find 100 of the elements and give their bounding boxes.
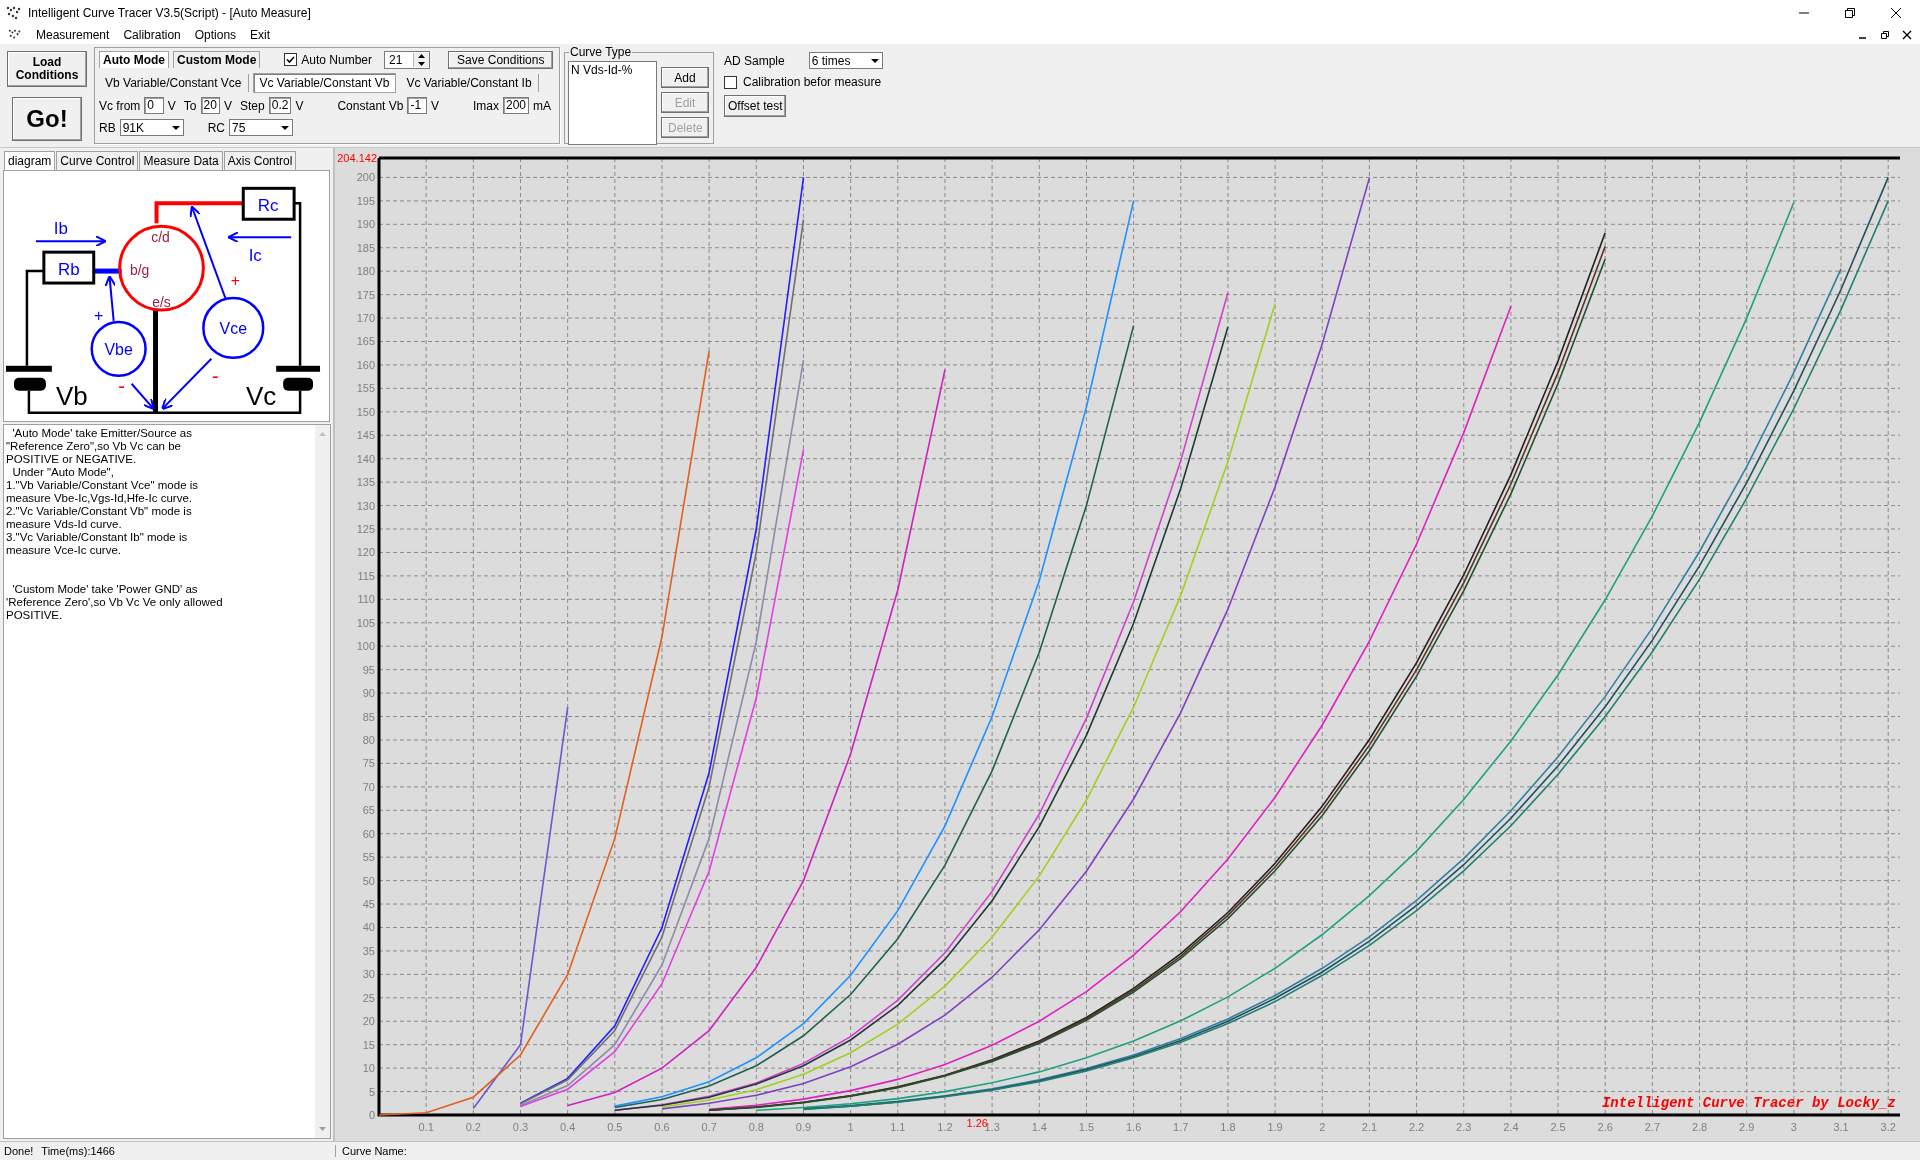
x-tick-label: 3 [1790, 1121, 1797, 1133]
x-tick-label: 2.9 [1739, 1121, 1755, 1133]
y-tick-label: 35 [362, 944, 375, 957]
y-tick-label: 100 [356, 640, 375, 653]
chart-caption: Intelligent Curve Tracer by Locky_z [1601, 1095, 1896, 1111]
diagram-label: Vc [246, 381, 277, 410]
diagram-label: Vbe [104, 340, 133, 358]
field-label: Imax [472, 98, 499, 113]
y-max-value: 204.142 [337, 152, 377, 164]
y-tick-label: 120 [356, 546, 375, 559]
y-tick-label: 200 [356, 171, 375, 184]
x-tick-label: 1.6 [1125, 1121, 1142, 1133]
x-tick-label: 1.7 [1173, 1121, 1189, 1133]
y-tick-label: 180 [356, 265, 375, 278]
y-tick-label: 170 [356, 312, 375, 325]
unit-label: V [167, 98, 176, 113]
y-tick-label: 60 [362, 827, 375, 840]
window-title: Intelligent Curve Tracer V3.5(Script) - [Auto Measure] [28, 6, 311, 20]
field-label: Vc from [99, 98, 141, 113]
y-tick-label: 85 [362, 710, 375, 723]
field-label: Step [240, 98, 265, 113]
x-tick-label: 2.1 [1361, 1121, 1378, 1133]
diagram-label: Ic [248, 246, 262, 266]
y-tick-label: 125 [356, 523, 375, 535]
diagram-label: Rb [57, 260, 80, 280]
y-tick-label: 190 [356, 218, 375, 231]
x-tick-label: 0.9 [795, 1121, 812, 1133]
x-tick-label: 1.9 [1267, 1121, 1283, 1133]
y-tick-label: 80 [362, 733, 375, 746]
y-tick-label: 15 [362, 1038, 375, 1051]
x-tick-label: 1.8 [1220, 1121, 1236, 1133]
x-tick-label: 3.1 [1833, 1121, 1849, 1133]
unit-label: V [295, 98, 304, 113]
x-tick-label: 1.2 [937, 1121, 953, 1133]
diagram-label: Ib [53, 219, 68, 239]
diagram-label: Vce [219, 319, 248, 337]
diagram-label: b/g [129, 262, 150, 279]
x-tick-label: 0.8 [748, 1121, 764, 1133]
y-tick-label: 10 [362, 1062, 375, 1075]
y-tick-label: 160 [356, 358, 375, 371]
x-tick-label: 0.7 [701, 1121, 717, 1133]
x-tick-label: 1 [847, 1121, 854, 1133]
y-tick-label: 95 [362, 663, 375, 676]
polarity-sign: + [230, 272, 240, 290]
y-tick-label: 40 [362, 921, 375, 934]
group-title: Curve Type [569, 45, 633, 59]
y-tick-label: 195 [356, 194, 375, 207]
y-tick-label: 185 [356, 241, 375, 254]
x-tick-label: 0.1 [418, 1121, 434, 1133]
y-tick-label: 110 [357, 593, 375, 606]
y-tick-label: 20 [362, 1015, 375, 1028]
checkbox-label: Calibration befor measure [743, 75, 882, 89]
diagram-label: Rc [257, 196, 279, 216]
y-tick-label: 50 [362, 874, 375, 887]
x-tick-label: 0.2 [465, 1121, 481, 1133]
y-tick-label: 150 [356, 405, 375, 418]
polarity-sign: + [94, 306, 104, 324]
y-tick-label: 25 [362, 991, 375, 1004]
y-tick-label: 135 [356, 476, 375, 489]
polarity-sign: - [212, 364, 219, 387]
y-tick-label: 45 [362, 898, 375, 911]
y-tick-label: 5 [368, 1085, 375, 1098]
unit-label: V [430, 98, 439, 113]
x-tick-label: 1.1 [890, 1121, 906, 1133]
y-tick-label: 105 [356, 616, 375, 629]
x-tick-label: 2.7 [1644, 1121, 1661, 1133]
y-tick-label: 70 [362, 780, 375, 793]
y-tick-label: 155 [356, 382, 375, 395]
unit-label: V [224, 98, 233, 113]
y-tick-label: 90 [362, 687, 375, 700]
field-label: RC [207, 120, 225, 135]
y-tick-label: 30 [362, 968, 375, 981]
curve-name-label: Curve Name: [342, 1145, 407, 1157]
x-tick-label: 2.4 [1503, 1121, 1519, 1133]
status-message: Done! [4, 1145, 34, 1157]
y-tick-label: 75 [362, 757, 375, 770]
x-tick-label: 2.2 [1408, 1121, 1425, 1133]
diagram-label: Vb [55, 381, 88, 410]
help-paragraph: 'Auto Mode' take Emitter/Source as "Reference Zero",so Vb Vc can be POSITIVE or NEGATIVE. Under "Auto Mode", 1."Vb Variable/Constant Vce" mode is measure Vbe-Ic,Vgs-Id,Hfe-Ic curve. 2."Vc Variable/Constant Vb" mode is measure Vds-Id curve. 3."Vc Variable/Constant Ib" mode is measure Vce-Ic curve. [6, 427, 200, 557]
x-tick-label: 0.4 [560, 1121, 576, 1133]
y-tick-label: 130 [356, 499, 375, 512]
diagram-label: e/s [152, 293, 171, 310]
y-tick-label: 115 [357, 569, 375, 582]
x-tick-label: 1.4 [1031, 1121, 1047, 1133]
x-tick-label: 0.6 [654, 1121, 670, 1133]
field-label: RB [99, 120, 116, 135]
x-tick-label: 3.2 [1880, 1121, 1896, 1133]
y-tick-label: 0 [368, 1109, 375, 1121]
diagram-label: c/d [151, 229, 170, 246]
y-tick-label: 165 [356, 335, 375, 348]
y-tick-label: 145 [356, 429, 375, 442]
y-tick-label: 175 [356, 288, 375, 301]
y-tick-label: 65 [362, 804, 375, 817]
field-label: AD Sample [724, 53, 785, 68]
unit-label: mA [533, 98, 551, 113]
help-paragraph: 'Custom Mode' take 'Power GND' as 'Reference Zero',so Vb Vc Ve only allowed POSITIVE. [6, 583, 224, 622]
x-tick-label: 2.8 [1691, 1121, 1708, 1133]
checkbox-label: Auto Number [301, 52, 373, 67]
x-tick-label: 2 [1319, 1121, 1326, 1133]
x-tick-label: 2.3 [1456, 1121, 1472, 1133]
